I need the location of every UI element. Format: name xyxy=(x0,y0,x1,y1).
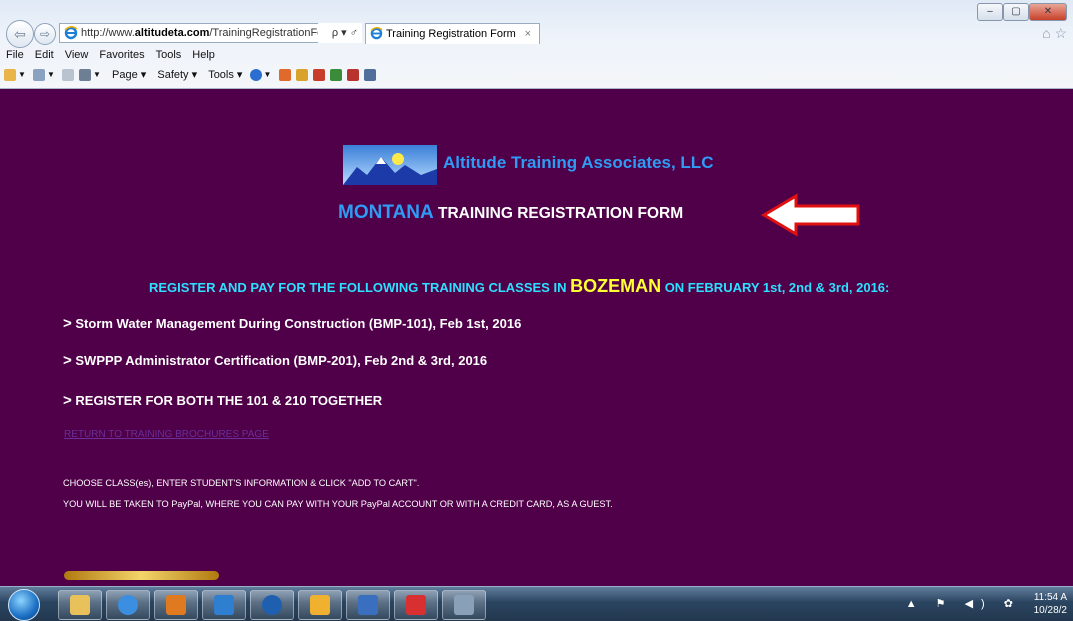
explorer-taskbar-button[interactable] xyxy=(58,590,102,620)
tray-icons[interactable]: ▲ ⚑ ◀) ✿ xyxy=(906,597,1021,610)
reg-prefix: REGISTER AND PAY FOR THE FOLLOWING TRAIN… xyxy=(149,280,571,295)
maximize-button[interactable]: ▢ xyxy=(1003,3,1029,21)
course-link-bmp101[interactable]: > Storm Water Management During Construc… xyxy=(63,315,521,332)
start-button[interactable] xyxy=(8,589,40,621)
ie-taskbar-button[interactable] xyxy=(106,590,150,620)
mountain-logo-icon xyxy=(343,145,437,185)
course-link-bmp201[interactable]: > SWPPP Administrator Certification (BMP… xyxy=(63,352,487,369)
window-controls: – ▢ ✕ xyxy=(977,3,1067,21)
addon-icon-1[interactable] xyxy=(278,68,291,81)
pointer-arrow-icon xyxy=(761,193,860,237)
addon-icon-4[interactable] xyxy=(329,68,342,81)
help-icon[interactable] xyxy=(249,68,262,81)
address-tools[interactable]: ρ ▾ ♂ xyxy=(318,23,362,43)
instruction-line: YOU WILL BE TAKEN TO PayPal, WHERE YOU C… xyxy=(63,499,613,509)
menu-file[interactable]: File xyxy=(6,49,24,61)
menu-help[interactable]: Help xyxy=(192,49,215,61)
windows-taskbar: ▲ ⚑ ◀) ✿ 11:54 A 10/28/2 xyxy=(0,586,1073,621)
course-text: SWPPP Administrator Certification (BMP-2… xyxy=(75,353,488,368)
calculator-taskbar-button[interactable] xyxy=(442,590,486,620)
url-domain: altitudeta.com xyxy=(134,27,210,39)
title-state: MONTANA xyxy=(338,202,434,223)
close-button[interactable]: ✕ xyxy=(1029,3,1067,21)
course-link-both[interactable]: > REGISTER FOR BOTH THE 101 & 210 TOGETH… xyxy=(63,392,382,409)
clock-time: 11:54 A xyxy=(1033,592,1067,603)
home-favorites-icons[interactable]: ⌂ ☆ xyxy=(1042,25,1067,42)
word-icon xyxy=(358,595,378,615)
reg-city: BOZEMAN xyxy=(570,276,662,296)
mail-icon[interactable] xyxy=(61,68,74,81)
word-taskbar-button[interactable] xyxy=(346,590,390,620)
title-text: TRAINING REGISTRATION FORM xyxy=(433,205,684,222)
folder-icon xyxy=(70,595,90,615)
company-name: Altitude Training Associates, LLC xyxy=(443,153,714,172)
print-dropdown-icon[interactable]: ▼ xyxy=(93,70,101,79)
pdf-icon xyxy=(406,595,426,615)
tab-title: Training Registration Form xyxy=(386,28,516,40)
clock[interactable]: 11:54 A 10/28/2 xyxy=(1034,591,1067,617)
print-icon[interactable] xyxy=(79,68,92,81)
ie-icon xyxy=(64,26,78,40)
addon-icon-2[interactable] xyxy=(295,68,308,81)
ie-icon xyxy=(118,595,138,615)
outlook-icon xyxy=(310,595,330,615)
course-text: Storm Water Management During Constructi… xyxy=(75,316,522,331)
page-menu[interactable]: Page ▾ xyxy=(112,69,146,81)
menu-edit[interactable]: Edit xyxy=(35,49,54,61)
url-prefix: http://www. xyxy=(81,27,135,39)
hp-taskbar-button[interactable] xyxy=(250,590,294,620)
menu-favorites[interactable]: Favorites xyxy=(99,49,144,61)
media-icon xyxy=(166,595,186,615)
help-dropdown-icon[interactable]: ▼ xyxy=(264,70,272,79)
browser-chrome: ⇦ ⇨ http://www.altitudeta.com/TrainingRe… xyxy=(0,0,1073,89)
menu-bar: File Edit View Favorites Tools Help xyxy=(0,49,220,65)
return-to-brochures-link[interactable]: RETURN TO TRAINING BROCHURES PAGE xyxy=(64,429,269,440)
feeds-dropdown-icon[interactable]: ▼ xyxy=(47,70,55,79)
back-arrow-icon: ⇦ xyxy=(14,26,26,42)
tab-training-registration[interactable]: Training Registration Form × xyxy=(365,23,540,44)
feeds-icon[interactable] xyxy=(32,68,45,81)
checkmark-app-icon xyxy=(214,595,234,615)
addon-icon-3[interactable] xyxy=(312,68,325,81)
reg-suffix: ON FEBRUARY 1st, 2nd & 3rd, 2016: xyxy=(661,280,890,295)
addon-icon-6[interactable] xyxy=(363,68,376,81)
menu-tools[interactable]: Tools xyxy=(156,49,182,61)
home-icon[interactable] xyxy=(4,68,16,81)
forward-arrow-icon: ⇨ xyxy=(39,27,51,41)
registration-heading: REGISTER AND PAY FOR THE FOLLOWING TRAIN… xyxy=(149,276,889,297)
course-marker: > xyxy=(63,392,72,409)
tab-ie-icon xyxy=(370,27,383,40)
forward-button[interactable]: ⇨ xyxy=(34,23,56,45)
course-marker: > xyxy=(63,315,72,332)
course-marker: > xyxy=(63,352,72,369)
menu-view[interactable]: View xyxy=(65,49,89,61)
instruction-line: CHOOSE CLASS(es), ENTER STUDENT'S INFORM… xyxy=(63,478,420,488)
back-button[interactable]: ⇦ xyxy=(6,20,34,48)
address-bar[interactable]: http://www.altitudeta.com/TrainingRegist… xyxy=(59,23,362,43)
clock-date: 10/28/2 xyxy=(1033,605,1067,616)
course-text: REGISTER FOR BOTH THE 101 & 210 TOGETHER xyxy=(75,393,383,408)
acrobat-taskbar-button[interactable] xyxy=(394,590,438,620)
safety-menu[interactable]: Safety ▾ xyxy=(157,69,197,81)
tab-close-icon[interactable]: × xyxy=(525,24,531,44)
calculator-icon xyxy=(454,595,474,615)
page-title: MONTANA TRAINING REGISTRATION FORM xyxy=(338,202,683,224)
command-bar: ▼ ▼ ▼ Page ▾ Safety ▾ Tools ▾ ▼ xyxy=(4,68,378,86)
app-taskbar-button[interactable] xyxy=(202,590,246,620)
page-content: Altitude Training Associates, LLC MONTAN… xyxy=(0,89,1073,586)
media-taskbar-button[interactable] xyxy=(154,590,198,620)
gold-divider xyxy=(64,571,219,580)
addon-icon-5[interactable] xyxy=(346,68,359,81)
minimize-button[interactable]: – xyxy=(977,3,1003,21)
tools-menu[interactable]: Tools ▾ xyxy=(208,69,242,81)
outlook-taskbar-button[interactable] xyxy=(298,590,342,620)
home-dropdown-icon[interactable]: ▼ xyxy=(18,70,26,79)
hp-icon xyxy=(262,595,282,615)
